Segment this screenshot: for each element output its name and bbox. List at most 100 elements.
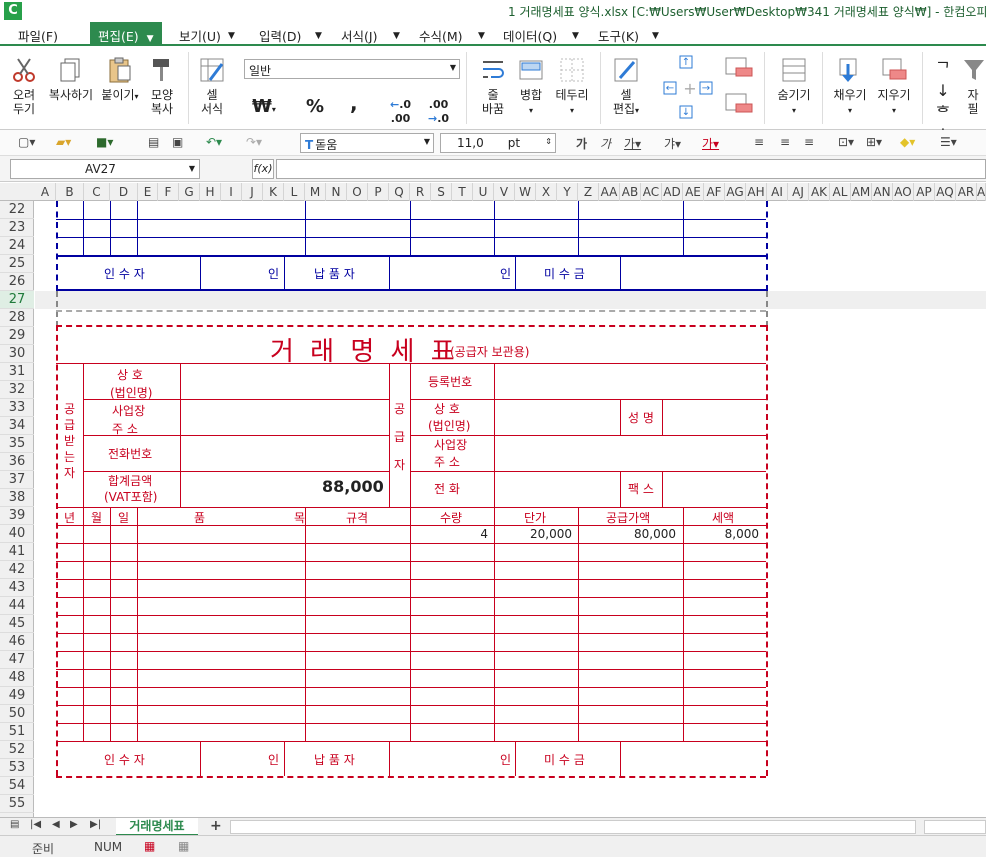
row-header[interactable]: 38 [0, 489, 34, 507]
insert-delete-group[interactable]: ↑ ← + → ↓ [662, 54, 722, 124]
bold-button[interactable]: 가 [576, 135, 587, 152]
column-header[interactable]: H [200, 183, 221, 201]
row-header[interactable]: 27 [0, 291, 34, 309]
column-header[interactable]: I [221, 183, 242, 201]
column-header[interactable]: AK [809, 183, 830, 201]
column-header[interactable]: AP [914, 183, 935, 201]
column-header[interactable]: G [179, 183, 200, 201]
row-header[interactable]: 35 [0, 435, 34, 453]
strikethrough-button[interactable]: 갸▾ [664, 135, 681, 152]
row-header[interactable]: 37 [0, 471, 34, 489]
row-header[interactable]: 36 [0, 453, 34, 471]
menu-view[interactable]: 보기(U) [179, 26, 221, 45]
percent-button[interactable]: % [306, 98, 324, 116]
underline-button[interactable]: 가▾ [624, 135, 641, 152]
column-header[interactable]: AA [599, 183, 620, 201]
column-header[interactable]: AG [725, 183, 746, 201]
column-header[interactable]: N [326, 183, 347, 201]
column-header[interactable]: S [431, 183, 452, 201]
column-header[interactable]: O [347, 183, 368, 201]
format-painter-button[interactable]: 모양 복사 [144, 56, 180, 116]
column-header[interactable]: AD [662, 183, 683, 201]
row-header[interactable]: 32 [0, 381, 34, 399]
row-header[interactable]: 55 [0, 795, 34, 813]
align-left-icon[interactable]: ≡ [754, 135, 764, 149]
column-header[interactable]: Z [578, 183, 599, 201]
row-header[interactable]: 44 [0, 597, 34, 615]
clear-button[interactable]: 지우기 ▾ [874, 56, 914, 118]
row-header[interactable]: 48 [0, 669, 34, 687]
redo-icon[interactable]: ↷▾ [246, 135, 262, 149]
align-center-icon[interactable]: ≡ [780, 135, 790, 149]
column-header[interactable]: A [35, 183, 56, 201]
column-header[interactable]: AH [746, 183, 767, 201]
column-header[interactable]: R [410, 183, 431, 201]
row-header[interactable]: 43 [0, 579, 34, 597]
column-header[interactable]: AN [872, 183, 893, 201]
row-header[interactable]: 45 [0, 615, 34, 633]
merge-button[interactable]: 병합 ▾ [514, 56, 548, 118]
column-header[interactable]: A [977, 183, 986, 201]
column-header[interactable]: F [158, 183, 179, 201]
sheet-tab-invoice[interactable]: 거래명세표 [116, 818, 198, 836]
new-document-icon[interactable]: ▢▾ [18, 135, 35, 149]
menu-data[interactable]: 데이터(Q) [503, 26, 557, 45]
column-header[interactable]: AM [851, 183, 872, 201]
fill-button[interactable]: 채우기 ▾ [830, 56, 870, 118]
print-preview-icon[interactable]: ▣ [172, 135, 183, 149]
column-header[interactable]: B [56, 183, 84, 201]
column-header[interactable]: Q [389, 183, 410, 201]
hide-button[interactable]: 숨기기 ▾ [772, 56, 816, 118]
menu-tools-arrow[interactable]: ▼ [652, 26, 659, 41]
row-header[interactable]: 41 [0, 543, 34, 561]
font-select[interactable]: T 돋움 ▼ [300, 133, 434, 153]
first-sheet-icon[interactable]: |◀ [30, 819, 41, 830]
undo-icon[interactable]: ↶▾ [206, 135, 222, 149]
column-header[interactable]: AL [830, 183, 851, 201]
name-box[interactable]: AV27 ▼ [10, 159, 200, 179]
merge-center-icon[interactable]: ⊡▾ [838, 135, 854, 149]
menu-format[interactable]: 서식(J) [341, 26, 377, 45]
menu-formula[interactable]: 수식(M) [419, 26, 463, 45]
column-header[interactable]: V [494, 183, 515, 201]
decrease-decimal-button[interactable]: ←.0.00 [390, 98, 411, 126]
italic-button[interactable]: 가 [600, 135, 611, 152]
row-header[interactable]: 28 [0, 309, 34, 327]
row-header[interactable]: 24 [0, 237, 34, 255]
font-size-select[interactable]: 11,0 pt ⇕ [440, 133, 556, 153]
menu-data-arrow[interactable]: ▼ [572, 26, 579, 41]
column-header[interactable]: AB [620, 183, 641, 201]
row-header[interactable]: 34 [0, 417, 34, 435]
fill-color-icon[interactable]: ◆▾ [900, 135, 915, 149]
currency-button[interactable]: ₩▾ [252, 98, 276, 117]
column-header[interactable]: J [242, 183, 263, 201]
row-header[interactable]: 46 [0, 633, 34, 651]
copy-button[interactable]: 복사하기 [46, 56, 96, 102]
column-header[interactable]: P [368, 183, 389, 201]
row-header[interactable]: 39 [0, 507, 34, 525]
paste-button[interactable]: 붙이기▾ [100, 56, 140, 104]
page-layout-icon[interactable]: ▦ [178, 839, 189, 853]
more-icon[interactable]: ☰▾ [940, 135, 957, 149]
column-header[interactable]: AJ [788, 183, 809, 201]
menu-tools[interactable]: 도구(K) [598, 26, 639, 45]
horizontal-scrollbar-right[interactable] [924, 820, 986, 834]
formula-input[interactable] [276, 159, 986, 179]
row-header[interactable]: 50 [0, 705, 34, 723]
column-header[interactable]: X [536, 183, 557, 201]
column-header[interactable]: W [515, 183, 536, 201]
row-header[interactable]: 52 [0, 741, 34, 759]
row-header[interactable]: 42 [0, 561, 34, 579]
autofilter-button[interactable]: 자 필 [960, 56, 986, 116]
border-button[interactable]: 테두리 ▾ [552, 56, 592, 118]
menu-insert[interactable]: 입력(D) [259, 26, 301, 45]
row-header[interactable]: 22 [0, 201, 34, 219]
increase-decimal-button[interactable]: .00 →.0 [428, 98, 449, 126]
cell-format-button[interactable]: 셀 서식 [194, 56, 230, 116]
row-header[interactable]: 49 [0, 687, 34, 705]
row-header[interactable]: 25 [0, 255, 34, 273]
row-header[interactable]: 30 [0, 345, 34, 363]
worksheet-grid[interactable]: 인 수 자인납 품 자인미 수 금거 래 명 세 표 (공급자 보관용) 상 호 (법… [35, 201, 986, 817]
horizontal-scrollbar[interactable] [230, 820, 916, 834]
row-header[interactable]: 53 [0, 759, 34, 777]
